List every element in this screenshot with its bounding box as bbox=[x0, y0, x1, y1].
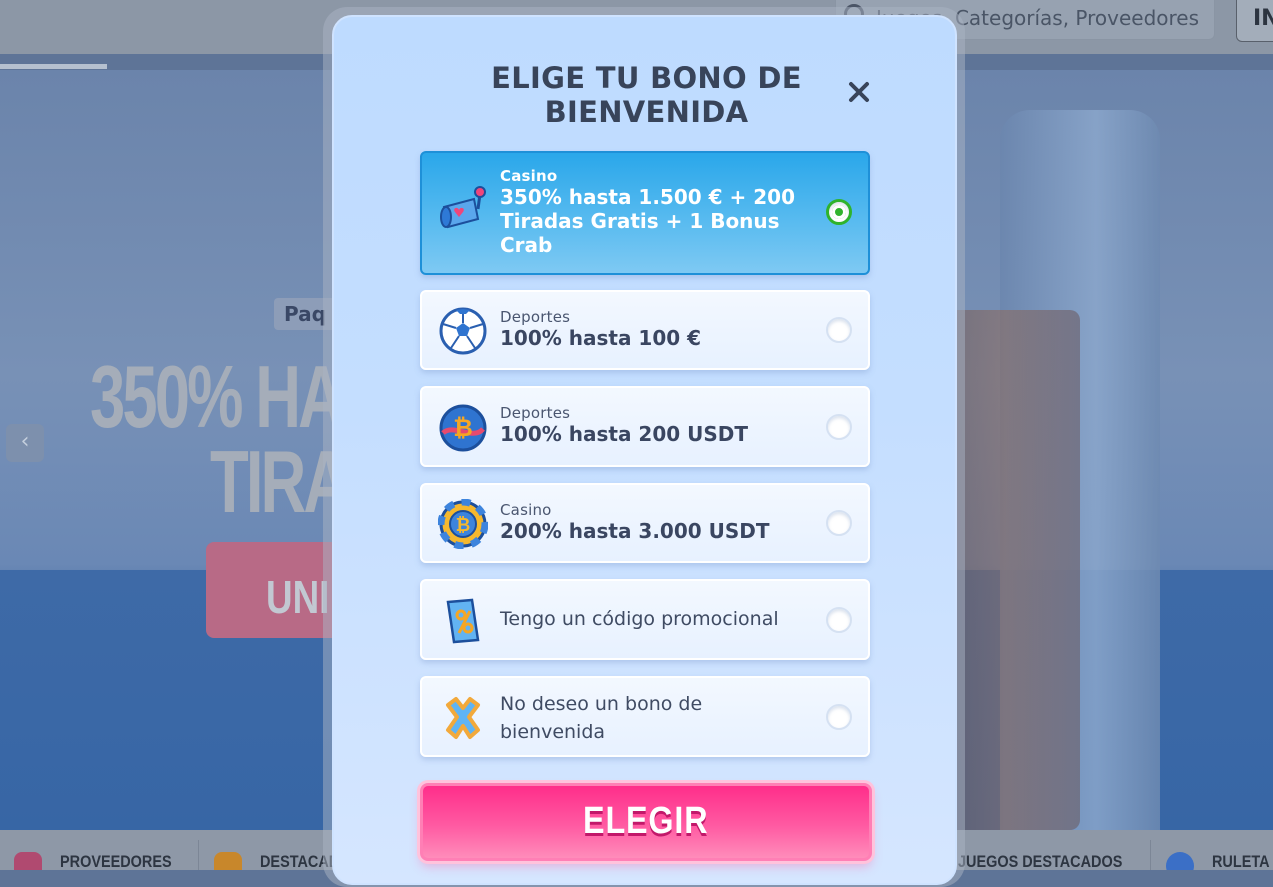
promo-ticket-icon bbox=[446, 598, 480, 644]
option-text: Deportes 100% hasta 200 USDT bbox=[500, 404, 798, 446]
option-text: Deportes 100% hasta 100 € bbox=[500, 308, 798, 350]
bitcoin-ball-icon: ₿ bbox=[439, 404, 487, 452]
bonus-option-sports-100[interactable]: Deportes 100% hasta 100 € bbox=[420, 290, 870, 370]
welcome-bonus-modal: ELIGE TU BONO DE BIENVENIDA Casino 350% … bbox=[332, 15, 957, 885]
bitcoin-chip-icon: ₿ bbox=[438, 499, 488, 549]
choose-button[interactable]: ELEGIR bbox=[420, 783, 872, 861]
option-category: Deportes bbox=[500, 308, 571, 326]
bottom-nav-providers: PROVEEDORES bbox=[60, 852, 172, 870]
choose-button-label: ELEGIR bbox=[583, 800, 709, 842]
option-text: No deseo un bono de bienvenida bbox=[500, 690, 798, 746]
bottom-nav-featured-games: JUEGOS DESTACADOS bbox=[958, 852, 1123, 870]
option-title: 200% hasta 3.000 USDT bbox=[500, 519, 770, 543]
bonus-option-no-bonus[interactable]: No deseo un bono de bienvenida bbox=[420, 676, 870, 757]
option-title: 100% hasta 200 USDT bbox=[500, 422, 749, 446]
bonus-option-promo-code[interactable]: Tengo un código promocional bbox=[420, 579, 870, 660]
option-title: 100% hasta 100 € bbox=[500, 326, 702, 350]
close-icon bbox=[849, 82, 869, 102]
login-button: IN bbox=[1236, 0, 1273, 42]
option-text: Tengo un código promocional bbox=[500, 605, 798, 633]
option-radio[interactable] bbox=[826, 704, 852, 730]
option-radio[interactable] bbox=[826, 510, 852, 536]
svg-text:₿: ₿ bbox=[456, 515, 471, 536]
carousel-prev-icon: ‹ bbox=[6, 424, 44, 462]
soccer-ball-icon bbox=[439, 307, 487, 355]
divider bbox=[1150, 840, 1151, 870]
bottom-nav-roulette: RULETA bbox=[1212, 852, 1270, 870]
divider bbox=[198, 840, 199, 870]
option-radio-checked[interactable] bbox=[826, 199, 852, 225]
bonus-option-sports-200-usdt[interactable]: ₿ Deportes 100% hasta 200 USDT bbox=[420, 386, 870, 467]
roulette-icon bbox=[1166, 852, 1194, 870]
option-label: No deseo un bono de bienvenida bbox=[500, 693, 703, 743]
svg-text:₿: ₿ bbox=[453, 414, 473, 442]
featured-icon bbox=[214, 852, 242, 870]
option-title: 350% hasta 1.500 € + 200 Tiradas Gratis … bbox=[500, 185, 795, 257]
x-mark-icon bbox=[446, 697, 480, 739]
hero-cta-label: UNI bbox=[266, 571, 330, 623]
option-radio[interactable] bbox=[826, 607, 852, 633]
option-label: Tengo un código promocional bbox=[500, 608, 779, 630]
bonus-option-casino-350[interactable]: Casino 350% hasta 1.500 € + 200 Tiradas … bbox=[420, 151, 870, 275]
providers-icon bbox=[14, 852, 42, 870]
option-text: Casino 350% hasta 1.500 € + 200 Tiradas … bbox=[500, 167, 798, 257]
option-radio[interactable] bbox=[826, 317, 852, 343]
option-category: Casino bbox=[500, 501, 552, 519]
option-category: Deportes bbox=[500, 404, 571, 422]
bonus-option-casino-200-usdt[interactable]: ₿ Casino 200% hasta 3.000 USDT bbox=[420, 483, 870, 563]
option-text: Casino 200% hasta 3.000 USDT bbox=[500, 501, 798, 543]
slot-machine-icon bbox=[440, 186, 486, 229]
option-radio[interactable] bbox=[826, 414, 852, 440]
carousel-progress bbox=[0, 64, 107, 69]
close-button[interactable] bbox=[844, 77, 874, 107]
option-category: Casino bbox=[500, 167, 558, 185]
